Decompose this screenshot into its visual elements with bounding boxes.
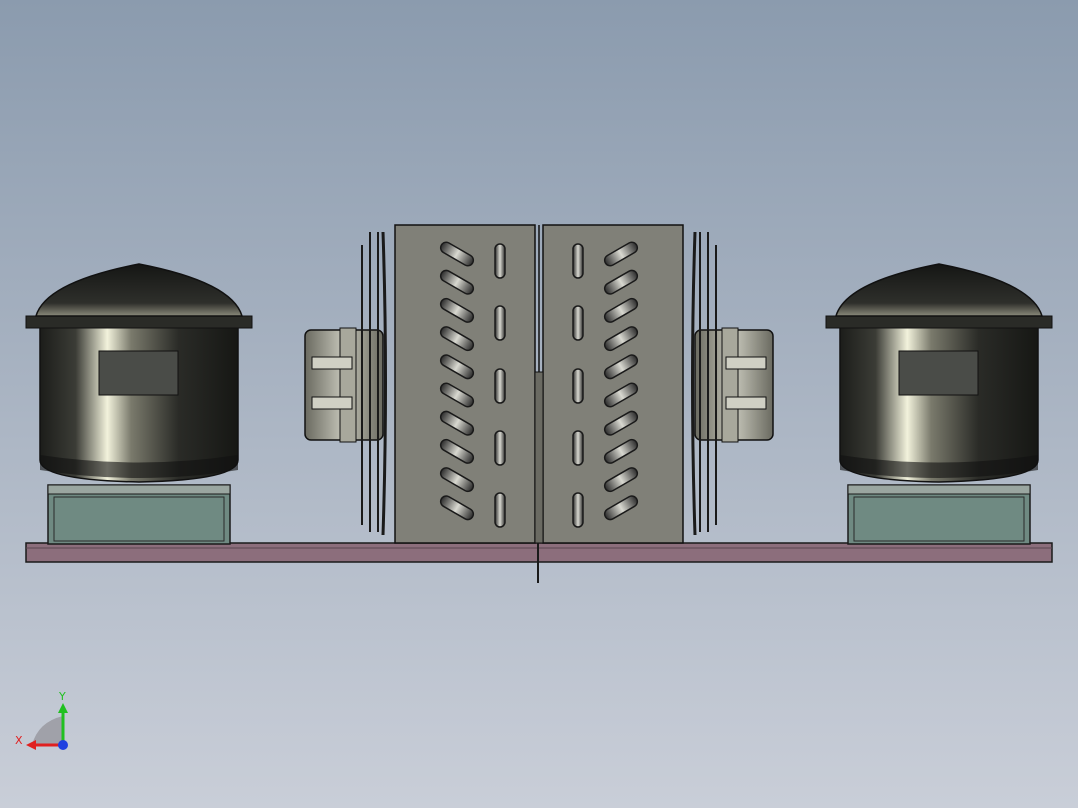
coil-slot-vertical-left: [494, 243, 506, 279]
motor-left[interactable]: [25, 263, 253, 545]
triad-y-label: Y: [58, 690, 66, 703]
motor-left-nameplate: [98, 350, 179, 396]
fan-hub-left[interactable]: [304, 327, 384, 443]
center-divider: [534, 371, 544, 544]
coil-slot-vertical-right: [572, 430, 584, 466]
coil-slot-vertical-left: [494, 430, 506, 466]
triad-z-axis: [58, 740, 68, 750]
cad-viewport[interactable]: Y X: [0, 0, 1078, 808]
coil-slot-vertical-right: [572, 243, 584, 279]
coil-slot-vertical-right: [572, 368, 584, 404]
assembly-scene[interactable]: Y X: [0, 0, 1078, 808]
motor-right-nameplate: [898, 350, 979, 396]
coil-plate-left[interactable]: [394, 224, 536, 544]
coil-slot-vertical-left: [494, 368, 506, 404]
triad-x-label: X: [15, 734, 23, 747]
motor-right[interactable]: [825, 263, 1053, 545]
coil-slot-vertical-left: [494, 305, 506, 341]
coil-slot-vertical-right: [572, 305, 584, 341]
coil-slot-vertical-left: [494, 492, 506, 528]
coil-plate-right[interactable]: [542, 224, 684, 544]
fan-hub-right[interactable]: [694, 327, 774, 443]
coil-slot-vertical-right: [572, 492, 584, 528]
